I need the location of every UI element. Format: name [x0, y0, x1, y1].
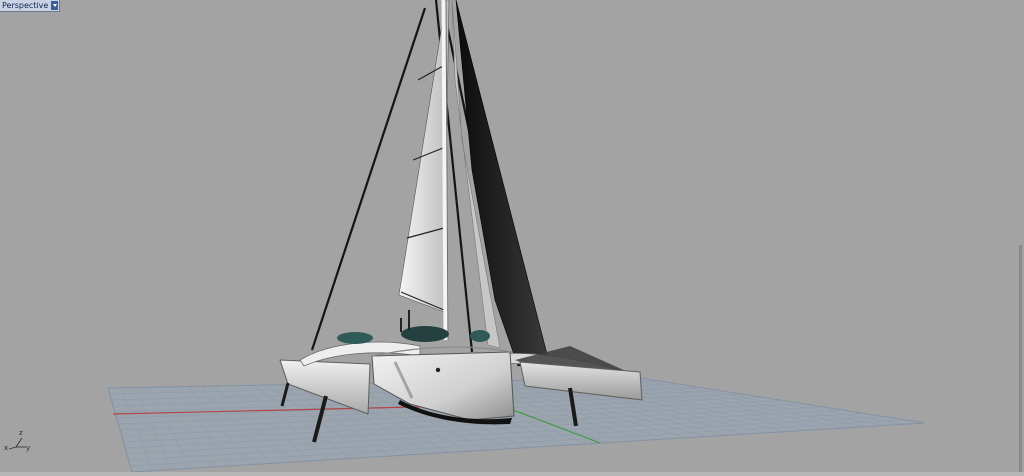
porthole [435, 367, 441, 373]
axis-x-label: x [4, 444, 9, 452]
starboard-dome [470, 330, 490, 342]
winch-post [400, 318, 402, 332]
viewport-title-tab[interactable]: Perspective [0, 0, 61, 12]
mast [441, 0, 449, 341]
axis-z-label: z [19, 429, 23, 437]
chevron-down-icon[interactable] [51, 1, 59, 10]
construction-grid [107, 377, 926, 473]
perspective-viewport[interactable]: Perspective z x y [0, 0, 1024, 476]
port-dome [337, 332, 373, 344]
vertical-scrollbar[interactable] [1019, 245, 1022, 476]
mainsail [398, 0, 450, 341]
scene-canvas[interactable] [0, 0, 1024, 476]
cabin-tops [337, 310, 490, 344]
bottom-tab-strip [0, 472, 1024, 476]
viewport-name-label[interactable]: Perspective [0, 0, 51, 11]
axis-y-label: y [26, 444, 31, 452]
winch-post [408, 310, 410, 330]
